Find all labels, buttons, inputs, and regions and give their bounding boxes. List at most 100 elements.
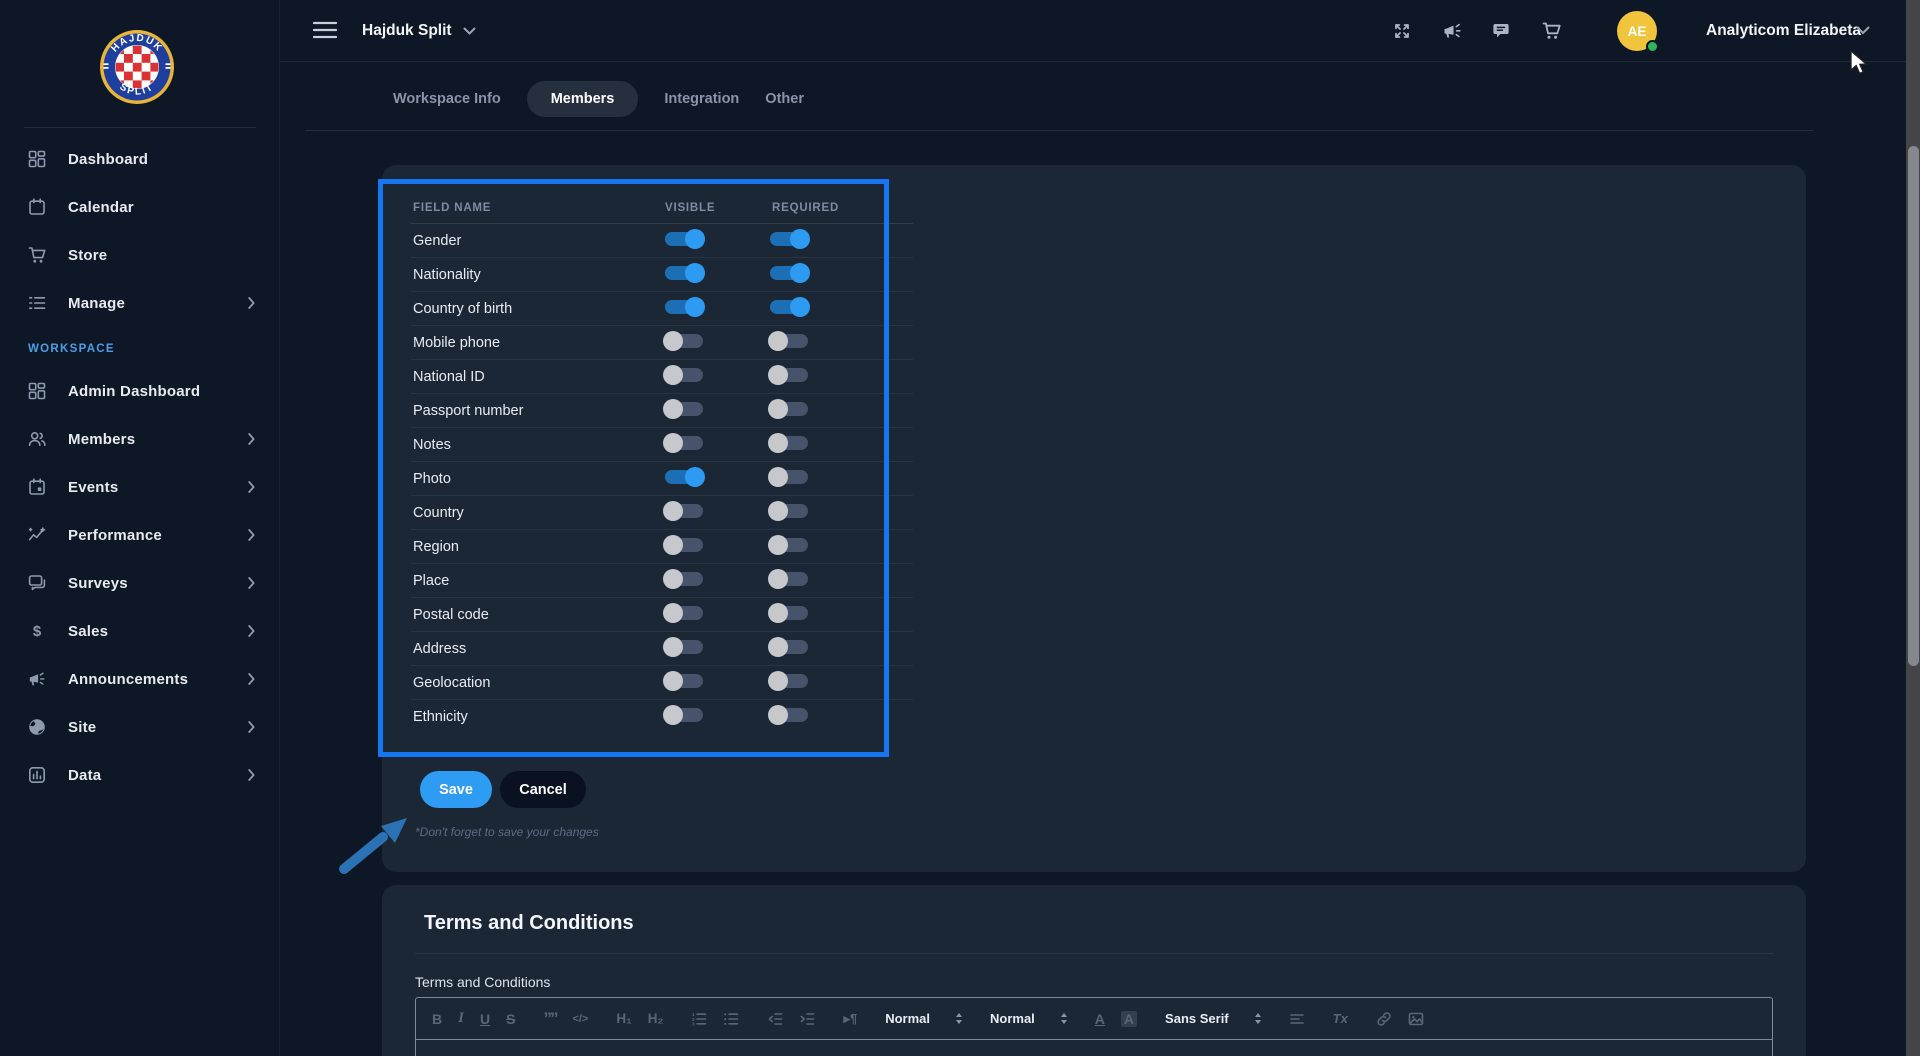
visible-toggle[interactable] [665,708,703,722]
calendar-icon [28,198,46,216]
tab-workspace-info[interactable]: Workspace Info [393,81,501,117]
required-toggle[interactable] [770,674,808,688]
sidebar-item-announcements[interactable]: Announcements [0,655,279,703]
cart-icon[interactable] [1542,21,1562,41]
insert-link-button[interactable] [1376,1011,1392,1027]
visible-toggle[interactable] [665,606,703,620]
bullet-list-button[interactable] [723,1011,739,1027]
italic-button[interactable]: I [458,1010,464,1027]
visible-toggle[interactable] [665,368,703,382]
page-scrollbar-thumb[interactable] [1908,146,1919,666]
site-icon [28,718,46,736]
heading-2-button[interactable]: H₂ [648,1011,664,1026]
user-menu[interactable]: Analyticom Elizabeta [1706,0,1861,62]
required-toggle[interactable] [770,402,808,416]
background-color-button[interactable]: A [1121,1011,1137,1027]
required-toggle[interactable] [770,504,808,518]
visible-toggle[interactable] [665,538,703,552]
paragraph-style-select[interactable]: Normal [885,1011,962,1026]
strikethrough-button[interactable]: S [506,1011,515,1027]
visible-toggle[interactable] [665,334,703,348]
tab-members[interactable]: Members [527,81,639,117]
user-menu-chevron-down-icon[interactable] [1856,26,1870,35]
hajduk-split-logo[interactable]: HAJDUK SPLIT [99,29,175,105]
font-family-select[interactable]: Sans Serif [1165,1011,1261,1026]
sidebar-item-admin-dashboard[interactable]: Admin Dashboard [0,367,279,415]
sidebar-item-dashboard[interactable]: Dashboard [0,135,279,183]
chat-icon[interactable] [1492,21,1512,41]
visible-toggle[interactable] [665,640,703,654]
clear-formatting-button[interactable]: Tx [1333,1011,1348,1026]
outdent-button[interactable] [767,1011,783,1027]
sidebar-item-calendar[interactable]: Calendar [0,183,279,231]
visible-toggle[interactable] [665,504,703,518]
align-button[interactable] [1289,1011,1305,1027]
surveys-icon [28,574,46,592]
heading-1-button[interactable]: H₁ [616,1011,631,1026]
required-toggle[interactable] [770,606,808,620]
required-toggle[interactable] [770,368,808,382]
required-toggle[interactable] [770,300,808,314]
visible-toggle[interactable] [665,436,703,450]
required-toggle[interactable] [770,232,808,246]
announcements-icon[interactable] [1442,21,1462,41]
terms-field-label: Terms and Conditions [415,974,550,990]
sidebar-item-sales[interactable]: $Sales [0,607,279,655]
chevron-down-icon [463,27,476,35]
indent-button[interactable] [799,1011,815,1027]
column-header-field-name: FIELD NAME [411,202,663,214]
tab-other[interactable]: Other [765,81,804,117]
underline-button[interactable]: U [480,1011,490,1027]
required-toggle[interactable] [770,572,808,586]
avatar[interactable]: AE [1617,11,1657,51]
visible-toggle[interactable] [665,402,703,416]
sidebar-item-site[interactable]: Site [0,703,279,751]
sidebar-item-performance[interactable]: Performance [0,511,279,559]
table-row: Notes [411,428,913,462]
visible-toggle[interactable] [665,232,703,246]
required-toggle[interactable] [770,470,808,484]
insert-image-button[interactable] [1408,1011,1424,1027]
required-toggle[interactable] [770,708,808,722]
column-header-required: REQUIRED [768,202,873,214]
hamburger-menu-icon[interactable] [313,21,337,39]
ordered-list-button[interactable]: 123 [691,1011,707,1027]
chevron-right-icon [248,529,255,541]
field-name: National ID [411,369,663,385]
text-direction-button[interactable]: ▸¶ [843,1011,857,1027]
editor-toolbar: BIUS ”” </> H₁ H₂ 123 ▸¶ Normal Normal AA Sans Ser… [416,998,1772,1040]
visible-toggle[interactable] [665,674,703,688]
field-name: Photo [411,471,663,487]
visible-toggle[interactable] [665,266,703,280]
field-name: Geolocation [411,675,663,691]
table-row: Address [411,632,913,666]
required-toggle[interactable] [770,334,808,348]
sidebar-item-members[interactable]: Members [0,415,279,463]
sidebar-item-surveys[interactable]: Surveys [0,559,279,607]
code-block-button[interactable]: </> [572,1013,588,1025]
line-spacing-select[interactable]: Normal [990,1011,1067,1026]
sidebar-item-store[interactable]: Store [0,231,279,279]
required-toggle[interactable] [770,436,808,450]
cancel-button[interactable]: Cancel [500,771,586,808]
terms-rich-text-editor[interactable]: BIUS ”” </> H₁ H₂ 123 ▸¶ Normal Normal AA Sans Ser… [415,997,1773,1056]
field-name: Country [411,505,663,521]
blockquote-button[interactable]: ”” [543,1009,556,1029]
required-toggle[interactable] [770,538,808,552]
fullscreen-icon[interactable] [1392,21,1412,41]
workspace-selector[interactable]: Hajduk Split [362,0,476,62]
visible-toggle[interactable] [665,300,703,314]
required-toggle[interactable] [770,640,808,654]
visible-toggle[interactable] [665,470,703,484]
sidebar-item-events[interactable]: Events [0,463,279,511]
tab-integration[interactable]: Integration [664,81,739,117]
text-color-button[interactable]: A [1095,1011,1105,1027]
sidebar-item-data[interactable]: Data [0,751,279,799]
visible-toggle[interactable] [665,572,703,586]
save-button[interactable]: Save [420,771,492,808]
required-toggle[interactable] [770,266,808,280]
bold-button[interactable]: B [432,1011,442,1027]
sidebar-item-manage[interactable]: Manage [0,279,279,327]
table-row: Mobile phone [411,326,913,360]
sidebar-nav-main: DashboardCalendarStoreManage [0,135,279,327]
